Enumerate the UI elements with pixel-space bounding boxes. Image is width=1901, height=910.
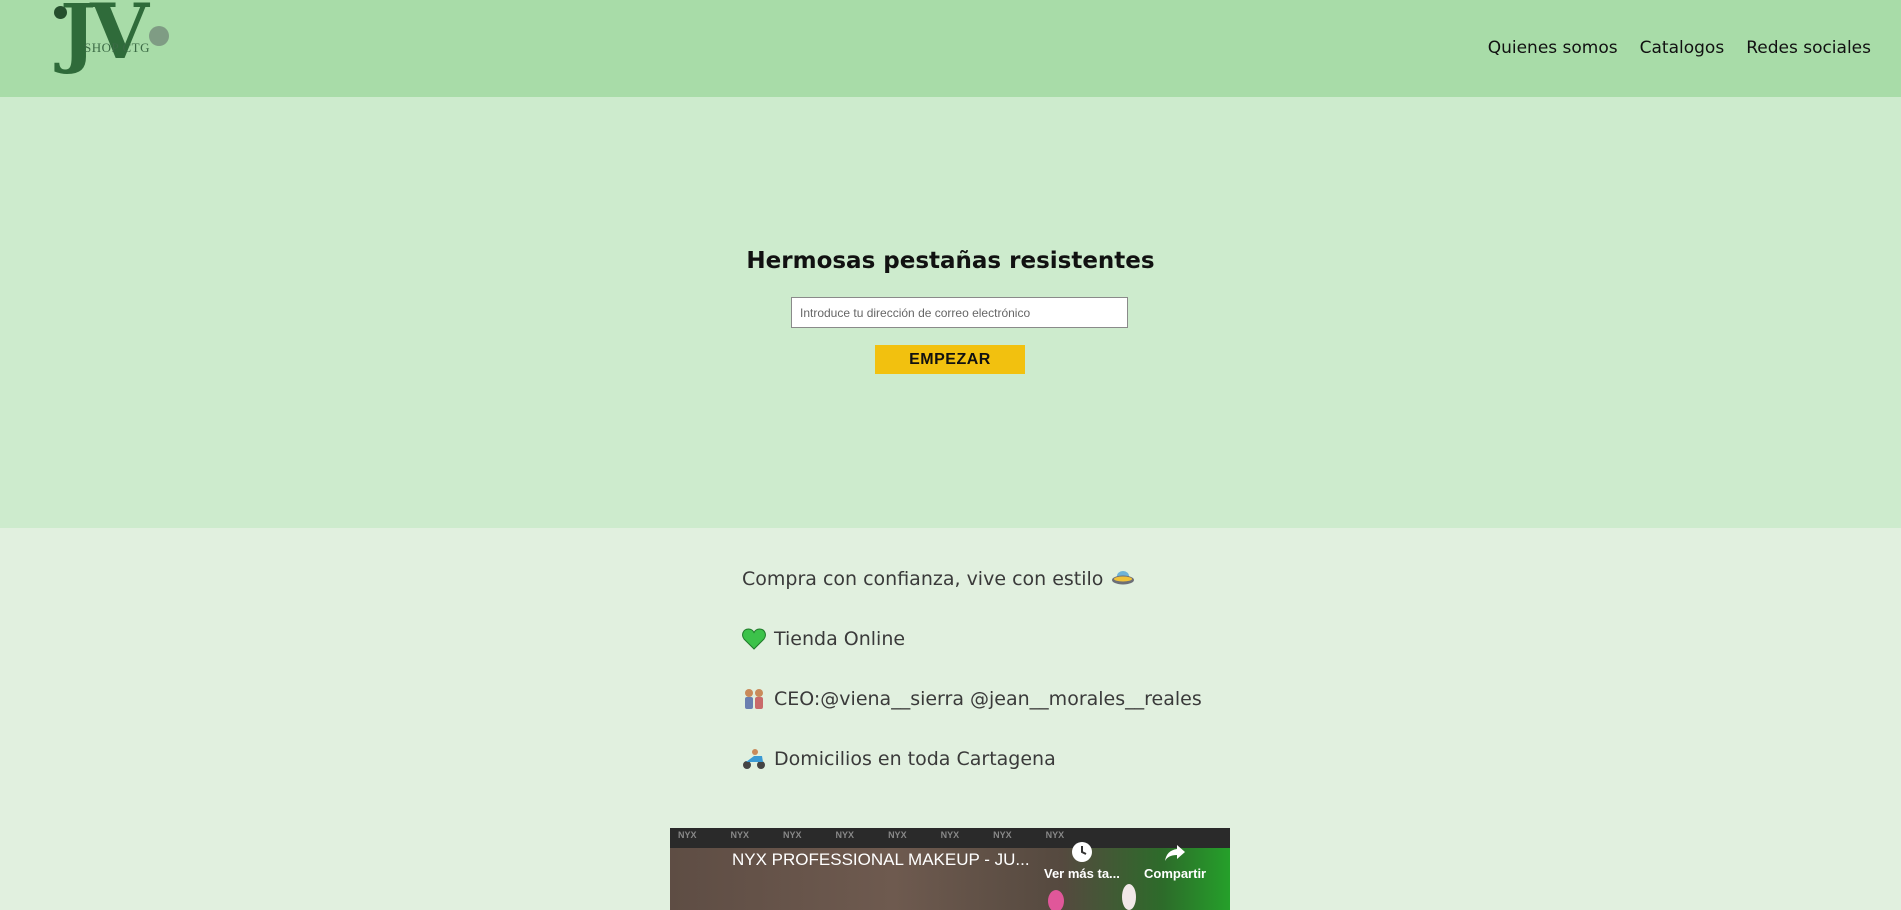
watermark-text: NYX [835,830,855,840]
info-line: Domicilios en toda Cartagena [742,744,1202,774]
logo-subtitle: SHOP CTG [84,40,151,55]
info-line: Compra con confianza, vive con estilo [742,564,1202,594]
store-info: Compra con confianza, vive con estilo Ti… [742,564,1202,804]
start-button[interactable]: EMPEZAR [875,345,1025,374]
embedded-video[interactable]: NYX NYX NYX NYX NYX NYX NYX NYX NYX PROF… [670,828,1230,910]
video-thumbnail-detail [1048,890,1064,910]
info-line-text: Tienda Online [774,628,906,650]
watermark-text: NYX [783,830,802,840]
video-watermark-strip: NYX NYX NYX NYX NYX NYX NYX NYX [670,830,1138,840]
green-heart-emoji-icon [742,628,766,650]
logo-dot [149,26,169,46]
watermark-text: NYX [940,830,960,840]
share-button[interactable]: Compartir [1144,840,1206,881]
nav-link-catalogos[interactable]: Catalogos [1640,38,1725,58]
watermark-text: NYX [993,830,1012,840]
info-line: Tienda Online [742,624,1202,654]
main-nav: Quienes somos Catalogos Redes sociales [1488,38,1871,58]
watermark-text: NYX [730,830,750,840]
hero-title: Hermosas pestañas resistentes [746,248,1155,274]
watermark-text: NYX [678,830,697,840]
share-arrow-icon [1165,845,1186,861]
info-line-text: Domicilios en toda Cartagena [774,748,1056,770]
clock-icon [1071,842,1092,862]
share-label: Compartir [1144,866,1207,881]
nav-link-redes-sociales[interactable]: Redes sociales [1746,38,1871,58]
nav-link-quienes-somos[interactable]: Quienes somos [1488,38,1618,58]
watch-later-button[interactable]: Ver más ta... [1044,840,1120,881]
info-line-text: CEO:@viena__sierra @jean__morales__reale… [774,688,1202,710]
video-thumbnail-detail [1122,884,1136,910]
info-line-text: Compra con confianza, vive con estilo [742,568,1104,590]
email-input[interactable] [791,297,1128,328]
watermark-text: NYX [1045,830,1065,840]
couple-emoji-icon [742,688,766,710]
scooter-emoji-icon [742,748,766,770]
watch-later-label: Ver más ta... [1044,866,1120,881]
video-title[interactable]: NYX PROFESSIONAL MAKEUP - JU... [732,850,1030,870]
hero-section: Hermosas pestañas resistentes EMPEZAR [0,97,1901,528]
info-line: CEO:@viena__sierra @jean__morales__reale… [742,684,1202,714]
logo-letters: JV [60,0,149,76]
watermark-text: NYX [888,830,907,840]
brand-logo[interactable]: JV SHOP CTG [50,0,175,82]
ufo-emoji-icon [1111,568,1135,590]
site-header: JV SHOP CTG Quienes somos Catalogos Rede… [0,0,1901,97]
